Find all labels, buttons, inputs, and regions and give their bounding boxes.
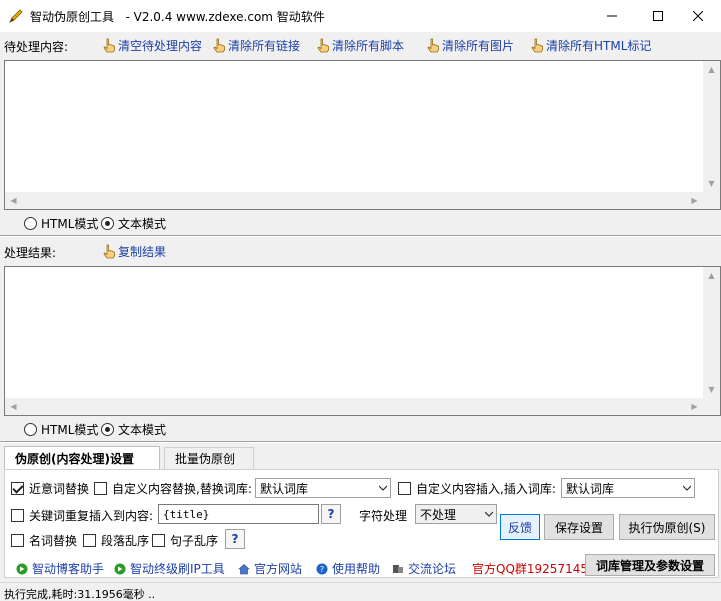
custom-replace-checkbox[interactable]: 自定义内容替换,替换词库: [94, 480, 252, 497]
input-label: 待处理内容: [4, 40, 69, 54]
feedback-button[interactable]: 反馈 [500, 514, 540, 540]
paragraph-shuffle-checkbox[interactable]: 段落乱序 [83, 532, 149, 549]
bottom-links: 智动博客助手 智动终级刷IP工具 官方网站 ? 使用帮助 交流论坛 官方QQ群1… [0, 554, 721, 578]
house-icon [238, 563, 250, 574]
hand-pointer-icon [531, 38, 543, 53]
result-toolbar: 处理结果: 复制结果 [0, 240, 721, 262]
checkbox [94, 482, 107, 495]
library-manage-button[interactable]: 词库管理及参数设置 [585, 554, 715, 576]
forum-link[interactable]: 交流论坛 [392, 560, 456, 577]
radio-circle [24, 423, 37, 436]
minimize-icon [607, 15, 617, 17]
official-site-link[interactable]: 官方网站 [238, 560, 302, 577]
shuffle-help-button[interactable]: ? [225, 529, 245, 549]
result-horizontal-scrollbar[interactable]: ◀ ▶ [5, 398, 703, 415]
status-bar: 执行完成,耗时:31.1956毫秒 .. [0, 582, 721, 601]
minimize-button[interactable] [589, 0, 635, 32]
noun-replace-checkbox[interactable]: 名词替换 [11, 532, 77, 549]
keyword-insert-checkbox[interactable]: 关键词重复插入到内容: [11, 507, 153, 524]
scroll-corner [703, 398, 720, 415]
help-circle-icon: ? [316, 563, 328, 574]
checkbox [152, 534, 165, 547]
radio-circle-selected [101, 423, 114, 436]
forum-icon [393, 564, 403, 573]
chevron-down-icon [379, 485, 387, 491]
result-mode-group: HTML模式 文本模式 [0, 417, 721, 439]
insert-library-select[interactable]: 默认词库 [561, 478, 695, 498]
close-button[interactable] [675, 0, 721, 32]
clear-images-link[interactable]: 清除所有图片 [426, 37, 514, 54]
replace-library-select[interactable]: 默认词库 [255, 478, 391, 498]
blog-assistant-link[interactable]: 智动博客助手 [16, 560, 104, 577]
ip-tool-link[interactable]: 智动终级刷IP工具 [114, 560, 225, 577]
clear-links-link[interactable]: 清除所有链接 [212, 37, 300, 54]
status-text: 执行完成,耗时:31.1956毫秒 .. [4, 588, 156, 601]
chevron-down-icon [485, 511, 493, 517]
scroll-right-icon[interactable]: ▶ [686, 398, 703, 415]
input-textarea[interactable]: ▲ ▼ ◀ ▶ [4, 60, 721, 210]
divider [0, 235, 721, 237]
input-horizontal-scrollbar[interactable]: ◀ ▶ [5, 192, 703, 209]
checkbox [83, 534, 96, 547]
sentence-shuffle-checkbox[interactable]: 句子乱序 [152, 532, 218, 549]
green-circle-icon [114, 563, 126, 574]
tab-pseudo-original-settings[interactable]: 伪原创(内容处理)设置 [4, 446, 160, 470]
scroll-right-icon[interactable]: ▶ [686, 192, 703, 209]
keyword-help-button[interactable]: ? [321, 504, 341, 524]
input-text-mode-radio[interactable]: 文本模式 [101, 215, 166, 232]
settings-tabs: 伪原创(内容处理)设置 批量伪原创 [4, 446, 719, 470]
input-vertical-scrollbar[interactable]: ▲ ▼ [703, 61, 720, 192]
help-link[interactable]: ? 使用帮助 [316, 560, 380, 577]
keyword-insert-input[interactable]: {title} [158, 504, 319, 524]
green-circle-icon [16, 563, 28, 574]
clear-input-link[interactable]: 清空待处理内容 [102, 37, 202, 54]
checkbox [11, 534, 24, 547]
scroll-left-icon[interactable]: ◀ [5, 192, 22, 209]
pen-app-icon [9, 9, 23, 23]
tab-batch-pseudo-original[interactable]: 批量伪原创 [164, 447, 254, 469]
result-vertical-scrollbar[interactable]: ▲ ▼ [703, 267, 720, 398]
input-mode-group: HTML模式 文本模式 [0, 211, 721, 233]
copy-result-link[interactable]: 复制结果 [102, 243, 166, 260]
save-settings-button[interactable]: 保存设置 [544, 514, 614, 540]
scroll-corner [703, 192, 720, 209]
custom-insert-checkbox[interactable]: 自定义内容插入,插入词库: [398, 480, 556, 497]
maximize-icon [653, 11, 663, 21]
hand-pointer-icon [317, 38, 329, 53]
scroll-down-icon[interactable]: ▼ [703, 381, 720, 398]
scroll-up-icon[interactable]: ▲ [703, 61, 720, 78]
input-toolbar: 待处理内容: 清空待处理内容 清除所有链接 清除所有脚本 清除所有图片 清除所有… [0, 34, 721, 56]
clear-scripts-link[interactable]: 清除所有脚本 [316, 37, 404, 54]
execute-button[interactable]: 执行伪原创(S) [619, 514, 715, 540]
result-text-mode-radio[interactable]: 文本模式 [101, 421, 166, 438]
checkbox [398, 482, 411, 495]
result-label: 处理结果: [4, 246, 57, 260]
char-process-select[interactable]: 不处理 [415, 504, 497, 524]
checkbox-checked [11, 482, 24, 495]
scroll-left-icon[interactable]: ◀ [5, 398, 22, 415]
qq-group-text: 官方QQ群19257145 [472, 562, 588, 576]
clear-html-tags-link[interactable]: 清除所有HTML标记 [530, 37, 651, 54]
scroll-up-icon[interactable]: ▲ [703, 267, 720, 284]
chevron-down-icon [683, 485, 691, 491]
window-title: 智动伪原创工具 - V2.0.4 www.zdexe.com 智动软件 [30, 10, 325, 24]
scroll-down-icon[interactable]: ▼ [703, 175, 720, 192]
hand-pointer-icon [427, 38, 439, 53]
char-process-label: 字符处理 [359, 509, 408, 523]
radio-circle [24, 217, 37, 230]
close-icon [693, 11, 703, 21]
title-bar: 智动伪原创工具 - V2.0.4 www.zdexe.com 智动软件 [0, 0, 721, 32]
input-html-mode-radio[interactable]: HTML模式 [24, 215, 98, 232]
result-textarea[interactable]: ▲ ▼ ◀ ▶ [4, 266, 721, 416]
svg-text:?: ? [320, 565, 324, 574]
checkbox [11, 509, 24, 522]
synonym-replace-checkbox[interactable]: 近意词替换 [11, 480, 89, 497]
result-html-mode-radio[interactable]: HTML模式 [24, 421, 98, 438]
divider [0, 441, 721, 443]
hand-pointer-icon [213, 38, 225, 53]
hand-pointer-icon [103, 38, 115, 53]
hand-pointer-icon [103, 244, 115, 259]
radio-circle-selected [101, 217, 114, 230]
